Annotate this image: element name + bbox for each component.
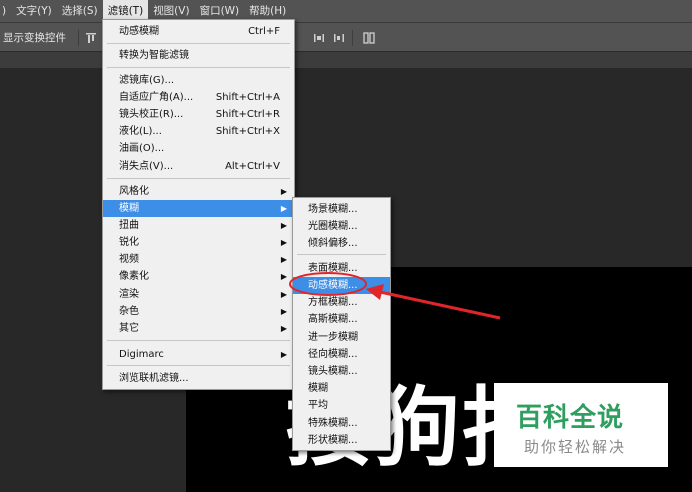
menu-divider	[297, 254, 386, 255]
auto-align-icon[interactable]	[362, 31, 376, 45]
menu-divider	[107, 365, 290, 366]
submenu-arrow-icon: ▶	[280, 187, 287, 196]
show-transform-controls-label[interactable]: 显示变换控件	[3, 30, 66, 45]
blur-item-surface[interactable]: 表面模糊...	[293, 260, 390, 277]
submenu-arrow-icon: ▶	[280, 238, 287, 247]
vanish-label: 消失点(V)...	[119, 161, 174, 172]
submenu-arrow-icon: ▶	[280, 307, 287, 316]
separator	[78, 30, 79, 46]
menu-item-distort[interactable]: 扭曲 ▶	[103, 217, 294, 234]
menu-item-pixelate[interactable]: 像素化 ▶	[103, 268, 294, 285]
filter-menu: 动感模糊 Ctrl+F 转换为智能滤镜 滤镜库(G)... 自适应广角(A)..…	[102, 19, 295, 390]
blur-item-field[interactable]: 场景模糊...	[293, 201, 390, 218]
blur-item-tilt-shift[interactable]: 倾斜偏移...	[293, 235, 390, 252]
noise-label: 杂色	[119, 306, 139, 317]
submenu-arrow-icon: ▶	[280, 272, 287, 281]
shortcut-label: Shift+Ctrl+A	[215, 92, 280, 103]
submenu-arrow-icon: ▶	[280, 324, 287, 333]
other-label: 其它	[119, 323, 139, 334]
menu-type[interactable]: 文字(Y)	[11, 0, 57, 22]
blur-label: 模糊	[119, 203, 139, 214]
last-filter-label: 动感模糊	[119, 26, 159, 37]
blur-item-smart[interactable]: 特殊模糊...	[293, 415, 390, 432]
distribute-h-icon[interactable]	[312, 31, 326, 45]
menu-item-last-filter[interactable]: 动感模糊 Ctrl+F	[103, 23, 294, 40]
blur-item-average[interactable]: 平均	[293, 397, 390, 414]
watermark-badge: 百科全说 助你轻松解决	[494, 383, 668, 467]
menu-item-noise[interactable]: 杂色 ▶	[103, 303, 294, 320]
stylize-label: 风格化	[119, 186, 149, 197]
menu-item-oil-paint[interactable]: 油画(O)...	[103, 140, 294, 157]
blur-item-box[interactable]: 方框模糊...	[293, 294, 390, 311]
menu-item-digimarc[interactable]: Digimarc ▶	[103, 346, 294, 363]
submenu-arrow-icon: ▶	[280, 350, 287, 359]
adaptive-label: 自适应广角(A)...	[119, 92, 194, 103]
menu-item-other[interactable]: 其它 ▶	[103, 320, 294, 337]
sharpen-label: 锐化	[119, 237, 139, 248]
menu-item-convert-smart-filter[interactable]: 转换为智能滤镜	[103, 47, 294, 64]
submenu-arrow-icon: ▶	[280, 221, 287, 230]
menu-item-adaptive-wide-angle[interactable]: 自适应广角(A)... Shift+Ctrl+A	[103, 89, 294, 106]
watermark-logo: 百科全说	[516, 403, 625, 433]
blur-submenu: 场景模糊... 光圈模糊... 倾斜偏移... 表面模糊... 动感模糊... …	[292, 197, 391, 451]
watermark-slogan: 助你轻松解决	[524, 438, 627, 456]
blur-item-gaussian[interactable]: 高斯模糊...	[293, 311, 390, 328]
submenu-arrow-icon: ▶	[280, 204, 287, 213]
menu-item-blur[interactable]: 模糊 ▶	[103, 200, 294, 217]
blur-item-motion[interactable]: 动感模糊...	[293, 277, 390, 294]
lens-label: 镜头校正(R)...	[119, 109, 184, 120]
align-top-icon[interactable]	[84, 31, 98, 45]
liquify-label: 液化(L)...	[119, 126, 162, 137]
menu-select[interactable]: 选择(S)	[57, 0, 103, 22]
shortcut-label: Shift+Ctrl+X	[215, 126, 280, 137]
distribute-right-icon[interactable]	[332, 31, 346, 45]
menu-item-browse-online-filters[interactable]: 浏览联机滤镜...	[103, 370, 294, 387]
menu-item-filter-gallery[interactable]: 滤镜库(G)...	[103, 72, 294, 89]
video-label: 视频	[119, 254, 139, 265]
blur-item-lens[interactable]: 镜头模糊...	[293, 363, 390, 380]
shortcut-ctrl-f: Ctrl+F	[248, 26, 280, 37]
menu-divider	[107, 340, 290, 341]
blur-item-radial[interactable]: 径向模糊...	[293, 346, 390, 363]
menu-item-sharpen[interactable]: 锐化 ▶	[103, 234, 294, 251]
blur-item-shape[interactable]: 形状模糊...	[293, 432, 390, 449]
digimarc-label: Digimarc	[119, 349, 164, 360]
menu-divider	[107, 43, 290, 44]
menu-divider	[107, 67, 290, 68]
pixelate-label: 像素化	[119, 271, 149, 282]
submenu-arrow-icon: ▶	[280, 290, 287, 299]
distort-label: 扭曲	[119, 220, 139, 231]
menu-divider	[107, 178, 290, 179]
blur-item-blur[interactable]: 模糊	[293, 380, 390, 397]
menu-item-liquify[interactable]: 液化(L)... Shift+Ctrl+X	[103, 123, 294, 140]
menu-item-render[interactable]: 渲染 ▶	[103, 286, 294, 303]
menu-paren[interactable]: )	[0, 0, 11, 22]
separator	[352, 30, 353, 46]
shortcut-label: Shift+Ctrl+R	[215, 109, 280, 120]
shortcut-label: Alt+Ctrl+V	[225, 161, 280, 172]
submenu-arrow-icon: ▶	[280, 255, 287, 264]
menu-item-vanishing-point[interactable]: 消失点(V)... Alt+Ctrl+V	[103, 158, 294, 175]
render-label: 渲染	[119, 289, 139, 300]
menu-item-video[interactable]: 视频 ▶	[103, 251, 294, 268]
menu-item-lens-correction[interactable]: 镜头校正(R)... Shift+Ctrl+R	[103, 106, 294, 123]
menu-item-stylize[interactable]: 风格化 ▶	[103, 183, 294, 200]
blur-item-iris[interactable]: 光圈模糊...	[293, 218, 390, 235]
blur-item-blur-more[interactable]: 进一步模糊	[293, 329, 390, 346]
